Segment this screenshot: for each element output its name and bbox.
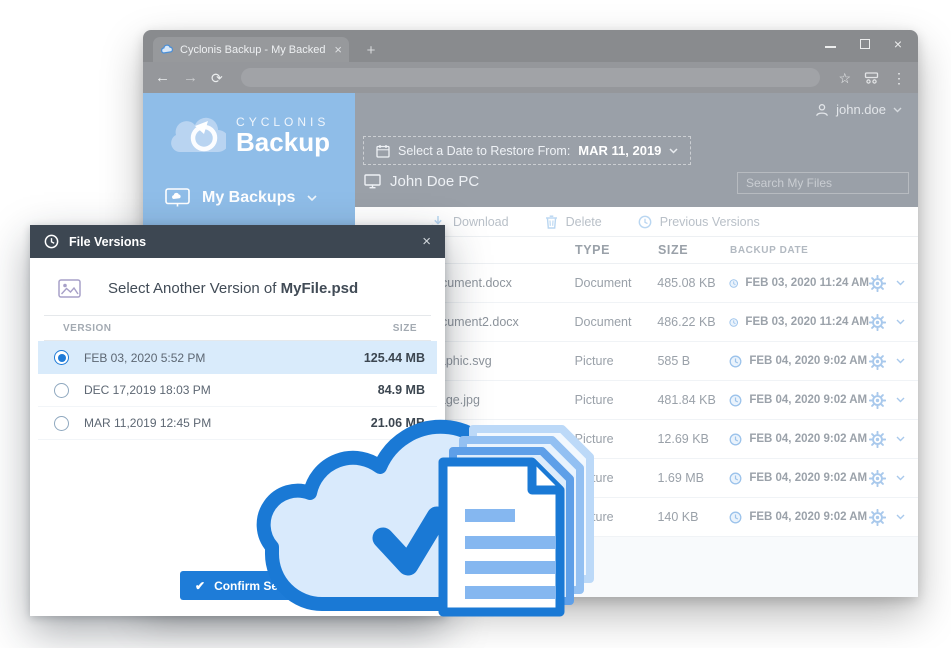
search-box	[737, 172, 909, 194]
browser-menu-icon[interactable]: ⋮	[892, 71, 906, 85]
dialog-subtitle-row: Select Another Version of MyFile.psd	[30, 279, 445, 298]
forward-icon[interactable]: →	[183, 70, 198, 85]
user-menu[interactable]: john.doe	[815, 102, 902, 117]
clock-icon	[729, 355, 742, 368]
clock-icon	[729, 511, 742, 524]
clock-icon	[44, 234, 59, 249]
monitor-icon	[364, 174, 381, 189]
cloud-logo-icon	[168, 116, 226, 158]
chevron-down-icon[interactable]	[896, 397, 905, 403]
chevron-down-icon[interactable]	[896, 319, 905, 325]
delete-button[interactable]: Delete	[545, 215, 602, 229]
version-row[interactable]: FEB 03, 2020 5:52 PM 125.44 MB	[38, 341, 437, 374]
calendar-icon	[376, 144, 390, 158]
address-bar[interactable]	[241, 68, 821, 87]
gear-icon[interactable]	[869, 470, 886, 487]
clock-icon	[729, 394, 742, 407]
window-close-button[interactable]: ×	[894, 39, 902, 49]
cloud-backup-illustration	[252, 419, 604, 647]
gear-icon[interactable]	[869, 314, 886, 331]
cast-icon[interactable]	[864, 71, 879, 85]
radio-unselected[interactable]	[54, 416, 69, 431]
back-icon[interactable]: ←	[155, 70, 170, 85]
search-input[interactable]	[746, 176, 901, 190]
bookmark-star-icon[interactable]: ☆	[838, 71, 851, 85]
chevron-down-icon	[307, 195, 317, 201]
chevron-down-icon	[669, 148, 678, 154]
my-backups-label: My Backups	[202, 189, 295, 207]
clock-icon	[729, 277, 738, 290]
radio-selected[interactable]	[54, 350, 69, 365]
chevron-down-icon[interactable]	[896, 358, 905, 364]
browser-tab[interactable]: Cyclonis Backup - My Backed up ×	[153, 37, 349, 62]
column-size: SIZE	[393, 323, 417, 334]
version-file-name: MyFile.psd	[281, 280, 359, 297]
favicon-cloud-icon	[160, 43, 174, 57]
dialog-title: File Versions	[69, 235, 146, 249]
chevron-down-icon[interactable]	[896, 436, 905, 442]
device-heading: John Doe PC	[364, 173, 479, 190]
gear-icon[interactable]	[869, 392, 886, 409]
sidebar-item-my-backups[interactable]: My Backups	[143, 188, 355, 208]
column-size: SIZE	[658, 243, 730, 257]
brand-backup: Backup	[236, 127, 330, 158]
window-maximize-button[interactable]	[860, 39, 870, 49]
device-name: John Doe PC	[390, 173, 479, 190]
version-table-header: VERSION SIZE	[44, 315, 431, 341]
gear-icon[interactable]	[869, 353, 886, 370]
column-backup-date: BACKUP DATE	[730, 245, 870, 256]
user-name: john.doe	[836, 102, 886, 117]
trash-icon	[545, 215, 558, 229]
chevron-down-icon[interactable]	[896, 280, 905, 286]
clock-icon	[729, 472, 742, 485]
user-icon	[815, 103, 829, 117]
restore-date-value: MAR 11, 2019	[578, 143, 661, 158]
dialog-close-icon[interactable]: ×	[422, 234, 431, 249]
chevron-down-icon[interactable]	[896, 514, 905, 520]
previous-versions-button[interactable]: Previous Versions	[638, 215, 760, 229]
dialog-subtitle: Select Another Version of MyFile.psd	[108, 280, 358, 297]
window-minimize-button[interactable]	[825, 46, 836, 48]
tab-close-icon[interactable]: ×	[334, 43, 342, 56]
check-icon: ✔	[195, 579, 205, 593]
cloud-documents-icon	[252, 419, 604, 647]
restore-date-label: Select a Date to Restore From:	[398, 144, 570, 158]
restore-date-selector[interactable]: Select a Date to Restore From: MAR 11, 2…	[363, 136, 691, 165]
clock-icon	[638, 215, 652, 229]
clock-icon	[729, 433, 742, 446]
tab-title: Cyclonis Backup - My Backed up	[180, 44, 328, 56]
version-row[interactable]: DEC 17,2019 18:03 PM 84.9 MB	[38, 374, 437, 407]
cyclonis-logo: CYCLONIS Backup	[143, 115, 355, 158]
dialog-header: File Versions ×	[30, 225, 445, 258]
gear-icon[interactable]	[869, 509, 886, 526]
browser-navbar: ← → ⟳ ☆ ⋮	[143, 62, 918, 93]
gear-icon[interactable]	[869, 431, 886, 448]
gear-icon[interactable]	[869, 275, 886, 292]
new-tab-button[interactable]: +	[361, 42, 381, 59]
reload-icon[interactable]: ⟳	[211, 71, 223, 85]
chevron-down-icon[interactable]	[896, 475, 905, 481]
page: Cyclonis Backup - My Backed up × + × ← →…	[0, 0, 951, 648]
browser-titlebar: Cyclonis Backup - My Backed up × + ×	[143, 30, 918, 62]
clock-icon	[729, 316, 738, 329]
column-type: TYPE	[575, 243, 658, 257]
backup-monitor-icon	[165, 188, 190, 208]
picture-file-icon	[58, 279, 81, 298]
radio-unselected[interactable]	[54, 383, 69, 398]
chevron-down-icon	[893, 107, 902, 113]
column-version: VERSION	[63, 323, 112, 334]
